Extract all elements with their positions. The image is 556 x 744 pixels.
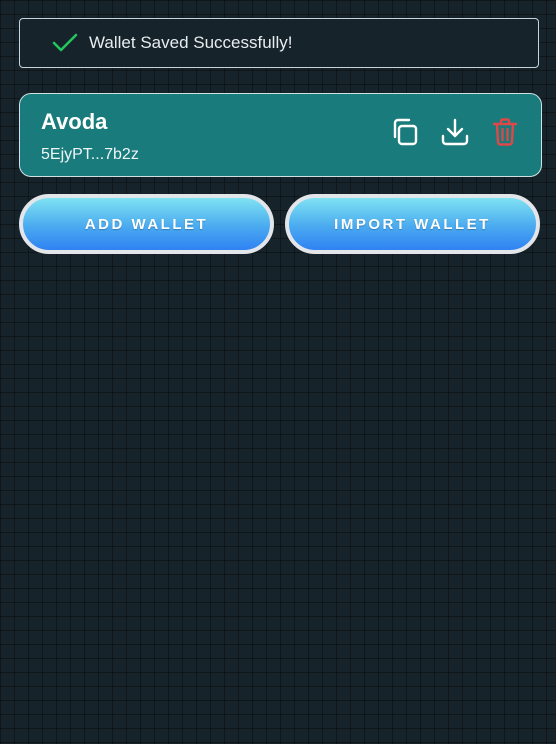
wallet-address: 5EjyPT...7b2z (41, 146, 139, 163)
import-wallet-button[interactable]: IMPORT WALLET (285, 194, 540, 254)
wallet-card[interactable]: Avoda 5EjyPT...7b2z (19, 93, 542, 177)
add-wallet-button[interactable]: ADD WALLET (19, 194, 274, 254)
success-toast: Wallet Saved Successfully! (19, 18, 539, 68)
download-icon[interactable] (441, 116, 469, 148)
toast-message: Wallet Saved Successfully! (89, 33, 293, 52)
wallet-actions (391, 116, 519, 148)
check-icon (52, 30, 78, 56)
copy-icon[interactable] (391, 116, 419, 148)
wallet-name: Avoda (41, 109, 108, 134)
trash-icon[interactable] (491, 116, 519, 148)
